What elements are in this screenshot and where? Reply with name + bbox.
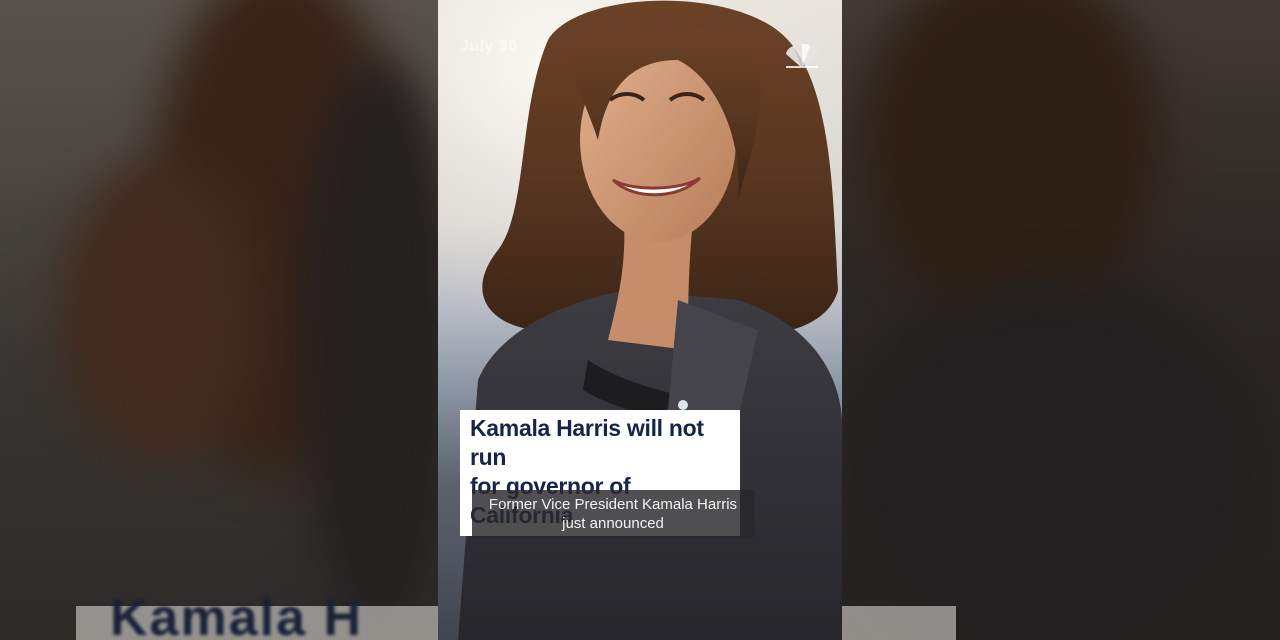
video-frame: Kamala H July 30 Kamala Harris will not … [0, 0, 1280, 640]
blurred-headline-strip [842, 606, 956, 640]
background-dim-overlay [0, 0, 438, 640]
background-dim-overlay [842, 0, 1280, 640]
caption-card: Former Vice President Kamala Harris just… [472, 490, 754, 539]
person-photo [458, 0, 842, 640]
caption-text: Former Vice President Kamala Harris just… [488, 496, 738, 532]
date-label: July 30 [460, 38, 518, 55]
nbc-peacock-icon [786, 43, 818, 68]
blurred-headline-text: Kamala H [110, 589, 363, 640]
video-player[interactable]: July 30 Kamala Harris will not run for g… [438, 0, 842, 640]
blurred-background-left: Kamala H [0, 0, 438, 640]
blurred-background-right [842, 0, 1280, 640]
